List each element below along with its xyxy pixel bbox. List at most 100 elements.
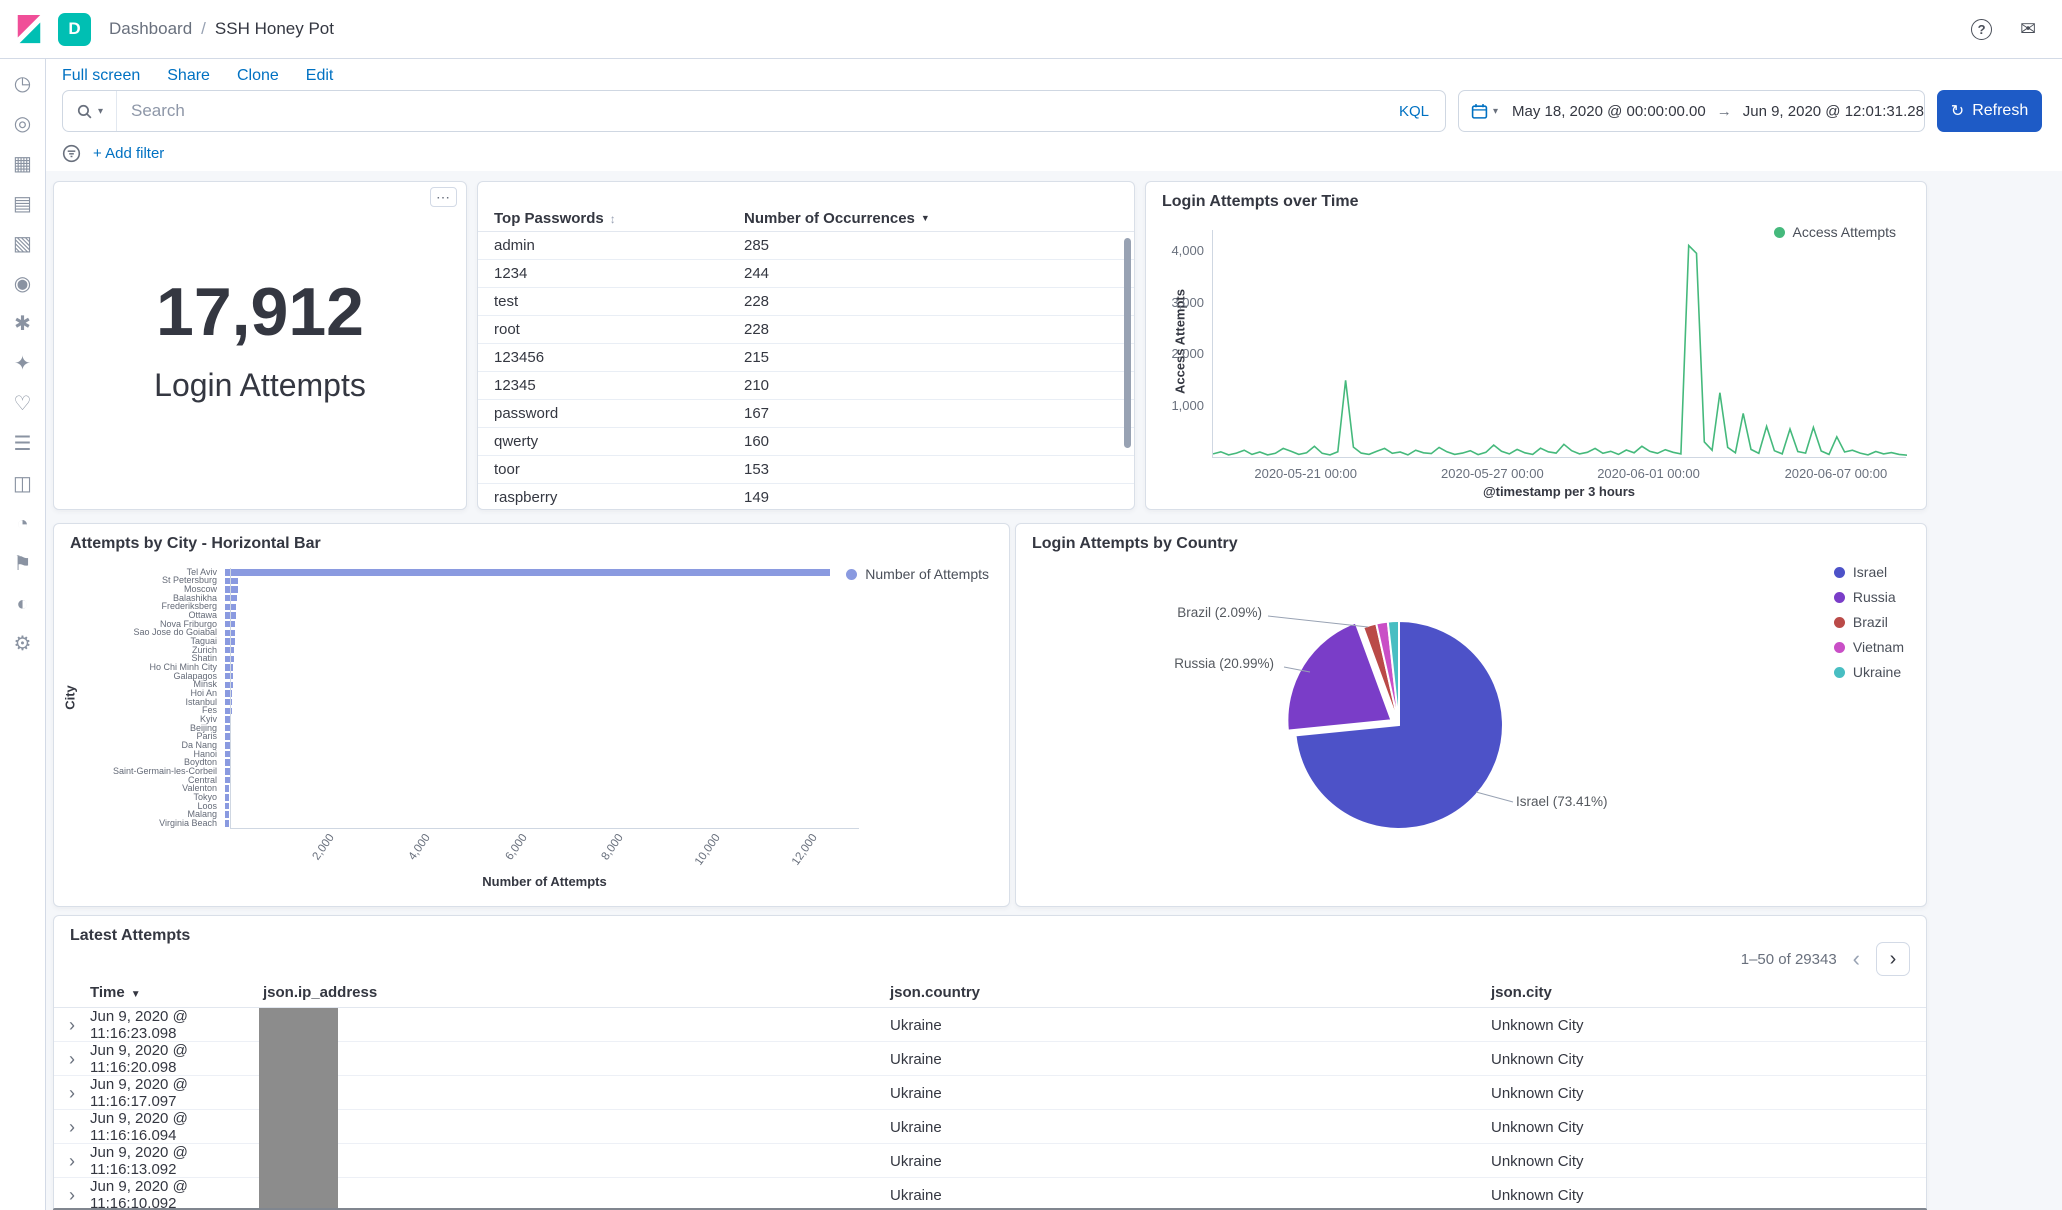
sidebar-item-dashboard[interactable]: ▤ xyxy=(8,191,38,216)
kql-button[interactable]: KQL xyxy=(1383,103,1445,120)
sidebar-item-metrics[interactable]: ◫ xyxy=(8,471,38,496)
expand-row-icon[interactable]: › xyxy=(69,1015,75,1036)
passwords-table-body: admin2851234244test228root22812345621512… xyxy=(478,232,1134,510)
date-range-end[interactable]: Jun 9, 2020 @ 12:01:31.28 xyxy=(1741,103,1926,120)
expand-row-icon[interactable]: › xyxy=(69,1151,75,1172)
header-actions: ? ✉ xyxy=(1971,19,2062,40)
sidebar-item-siem[interactable]: ⚑ xyxy=(8,551,38,576)
sidebar-item-logs[interactable]: ☰ xyxy=(8,431,38,456)
table-row: 123456215 xyxy=(478,344,1134,372)
y-axis-tick: 3,000 xyxy=(1148,295,1204,310)
column-header-country[interactable]: json.country xyxy=(890,984,1491,1001)
city-bar[interactable] xyxy=(225,682,233,689)
date-quick-menu-button[interactable]: ▾ xyxy=(1469,103,1504,120)
sidebar-item-management[interactable]: ⚙ xyxy=(8,631,38,656)
ip-address-cell xyxy=(263,1076,890,1110)
city-cell: Unknown City xyxy=(1491,1076,1926,1110)
metric-label: Login Attempts xyxy=(154,367,366,404)
main-content: Full screen Share Clone Edit ▾ KQL xyxy=(46,0,2062,1210)
expand-cell: › xyxy=(54,1076,90,1110)
sidebar-item-maps[interactable]: ◉ xyxy=(8,271,38,296)
space-badge[interactable]: D xyxy=(58,13,91,46)
bar-track xyxy=(224,784,858,793)
x-axis-tick: 2020-06-07 00:00 xyxy=(1766,466,1906,481)
city-bar[interactable] xyxy=(225,690,232,697)
legend-item-number-of-attempts[interactable]: Number of Attempts xyxy=(846,566,989,582)
toolbar-clone[interactable]: Clone xyxy=(237,67,279,85)
city-bar[interactable] xyxy=(225,794,229,801)
app-navigation-rail: ◷ ◎ ▦ ▤ ▧ ◉ ✱ ✦ ♡ ☰ ◫ ◔ ⚑ ◐ ⚙ xyxy=(0,59,46,1210)
apm-icon: ◔ xyxy=(16,514,28,534)
city-bar[interactable] xyxy=(225,785,229,792)
table-row: 1234244 xyxy=(478,260,1134,288)
column-header-ip-address[interactable]: json.ip_address xyxy=(263,984,890,1001)
bar-track xyxy=(224,715,858,724)
column-header-time[interactable]: Time▼ xyxy=(90,984,263,1001)
sidebar-item-uptime[interactable]: ♡ xyxy=(8,391,38,416)
city-bar[interactable] xyxy=(225,569,830,576)
toolbar-edit[interactable]: Edit xyxy=(306,67,334,85)
canvas-icon: ▧ xyxy=(13,234,32,254)
kibana-logo[interactable] xyxy=(0,14,58,44)
latest-attempts-table: Time▼ json.ip_address json.country json.… xyxy=(54,978,1926,1210)
vertical-scrollbar[interactable] xyxy=(1124,238,1131,448)
expand-row-icon[interactable]: › xyxy=(69,1185,75,1206)
column-header-occurrences[interactable]: Number of Occurrences▼ xyxy=(744,210,1118,227)
table-header: Time▼ json.ip_address json.country json.… xyxy=(54,978,1926,1008)
column-header-top-passwords[interactable]: Top Passwords↕ xyxy=(494,210,744,227)
city-bar[interactable] xyxy=(225,777,230,784)
saved-query-menu-button[interactable]: ▾ xyxy=(63,91,117,131)
sidebar-item-visualize[interactable]: ▦ xyxy=(8,151,38,176)
toolbar-full-screen[interactable]: Full screen xyxy=(62,67,140,85)
metric-value: 17,912 xyxy=(156,273,364,351)
time-cell: Jun 9, 2020 @ 11:16:17.097 xyxy=(90,1076,263,1110)
expand-row-icon[interactable]: › xyxy=(69,1049,75,1070)
bar-row: Istanbul xyxy=(74,698,858,707)
ip-address-cell xyxy=(263,1110,890,1144)
sidebar-item-discover[interactable]: ◎ xyxy=(8,111,38,136)
sidebar-item-graph[interactable]: ✦ xyxy=(8,351,38,376)
country-cell: Ukraine xyxy=(890,1042,1491,1076)
breadcrumb-dashboard[interactable]: Dashboard xyxy=(109,19,192,39)
city-bar[interactable] xyxy=(225,803,229,810)
calendar-icon xyxy=(1471,103,1488,120)
city-bar[interactable] xyxy=(225,811,229,818)
sidebar-item-monitoring[interactable]: ◐ xyxy=(8,591,38,616)
expand-cell: › xyxy=(54,1178,90,1210)
toolbar-share[interactable]: Share xyxy=(167,67,210,85)
occurrences-cell: 160 xyxy=(744,433,1118,450)
uptime-icon: ♡ xyxy=(14,394,32,414)
sidebar-item-canvas[interactable]: ▧ xyxy=(8,231,38,256)
x-axis-line xyxy=(230,828,859,829)
sidebar-item-recently-viewed[interactable]: ◷ xyxy=(8,71,38,96)
pagination-prev-icon[interactable]: ‹ xyxy=(1853,948,1860,970)
expand-row-icon[interactable]: › xyxy=(69,1083,75,1104)
city-bar[interactable] xyxy=(225,673,233,680)
column-label: Time xyxy=(90,984,125,1001)
search-input[interactable] xyxy=(117,101,1383,121)
pagination-next-icon[interactable]: › xyxy=(1876,942,1910,976)
date-range-start[interactable]: May 18, 2020 @ 00:00:00.00 xyxy=(1510,103,1708,120)
ip-address-cell xyxy=(263,1144,890,1178)
filter-menu-icon[interactable] xyxy=(62,144,81,163)
sidebar-item-machine-learning[interactable]: ✱ xyxy=(8,311,38,336)
city-bar[interactable] xyxy=(225,820,229,827)
city-bar[interactable] xyxy=(225,578,238,585)
city-cell: Unknown City xyxy=(1491,1042,1926,1076)
newsfeed-icon[interactable]: ✉ xyxy=(2020,20,2036,39)
refresh-button[interactable]: ↻ Refresh xyxy=(1937,90,2042,132)
table-row: root228 xyxy=(478,316,1134,344)
panel-options-button[interactable]: ⋯ xyxy=(430,187,457,207)
expand-row-icon[interactable]: › xyxy=(69,1117,75,1138)
query-bar: ▾ KQL xyxy=(62,90,1446,132)
column-header-city[interactable]: json.city xyxy=(1491,984,1926,1001)
sidebar-item-apm[interactable]: ◔ xyxy=(8,511,38,536)
city-bar[interactable] xyxy=(225,586,238,593)
add-filter-button[interactable]: + Add filter xyxy=(93,145,164,162)
pie-label-russia: Russia (20.99%) xyxy=(1114,656,1274,671)
city-bar[interactable] xyxy=(225,768,230,775)
bar-track xyxy=(224,707,858,716)
help-icon[interactable]: ? xyxy=(1971,19,1992,40)
bar-row: Beijing xyxy=(74,724,858,733)
table-row: 12345210 xyxy=(478,372,1134,400)
